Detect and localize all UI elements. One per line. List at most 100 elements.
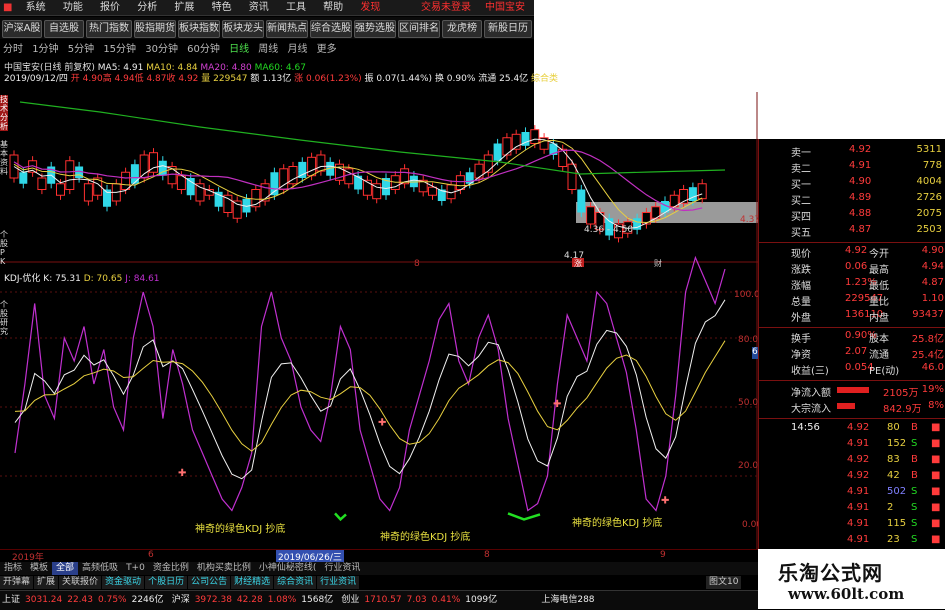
toolbar-button-strong-select[interactable]: 强势选股 bbox=[354, 20, 396, 38]
tick-row: 4.92 83 B ■ bbox=[759, 454, 945, 467]
menu-system[interactable]: 系统 bbox=[19, 0, 53, 15]
turnover-value: 换 0.90% bbox=[434, 74, 476, 84]
period-month[interactable]: 月线 bbox=[284, 43, 310, 57]
float-value: 流通 25.4亿 bbox=[478, 74, 529, 84]
order-book-row[interactable]: 买一 4.90 4004 bbox=[759, 176, 945, 191]
period-15m[interactable]: 15分钟 bbox=[100, 43, 139, 57]
candle-body bbox=[567, 163, 577, 190]
menu-function[interactable]: 功能 bbox=[56, 0, 90, 15]
annotation-2: 神奇的绿色KDJ 抄底 bbox=[380, 532, 471, 543]
book-volume: 2075 bbox=[916, 208, 942, 219]
close-value: 收 4.92 bbox=[166, 74, 199, 84]
toolbar-button-dragon-tiger[interactable]: 龙虎榜 bbox=[442, 20, 482, 38]
tab-secret-line[interactable]: 小神仙秘密线( bbox=[255, 562, 321, 575]
side-tab-f10[interactable]: 个股研究 bbox=[0, 300, 8, 336]
book-label: 买一 bbox=[791, 180, 811, 191]
toolbar-button-range-rank[interactable]: 区间排名 bbox=[398, 20, 440, 38]
stat-value-2: 25.8亿 bbox=[911, 334, 944, 345]
toolbar-button-futures[interactable]: 股指期货 bbox=[134, 20, 176, 38]
toolbar-button-watchlist[interactable]: 自选股 bbox=[44, 20, 84, 38]
book-price: 4.87 bbox=[849, 224, 872, 235]
order-book-row[interactable]: 卖一 4.92 5311 bbox=[759, 144, 945, 159]
toolbar-button-shsz-a[interactable]: 沪深A股 bbox=[2, 20, 42, 38]
period-tick[interactable]: 分时 bbox=[0, 43, 26, 57]
toolbar-button-combo-select[interactable]: 综合选股 bbox=[310, 20, 352, 38]
sz-label[interactable]: 沪深 bbox=[172, 591, 190, 610]
menu-discover[interactable]: 发现 bbox=[353, 0, 387, 15]
event-badge[interactable]: 涨 bbox=[572, 258, 584, 268]
toolbar-button-news-hot[interactable]: 新闻热点 bbox=[266, 20, 308, 38]
menu-help[interactable]: 帮助 bbox=[316, 0, 350, 15]
tab-t0[interactable]: T+0 bbox=[122, 562, 149, 575]
graph-text-button[interactable]: 图文10 bbox=[706, 576, 742, 589]
stat-label: 外盘 bbox=[791, 313, 811, 324]
tab-stock-calendar[interactable]: 个股日历 bbox=[145, 576, 188, 589]
tab-template[interactable]: 模板 bbox=[26, 562, 52, 575]
tab-announcement[interactable]: 公司公告 bbox=[188, 576, 231, 589]
app-icon[interactable]: ■ bbox=[0, 0, 15, 15]
order-book-row[interactable]: 买四 4.88 2075 bbox=[759, 208, 945, 223]
quote-stat-row: 换手 0.90% 股本 25.8亿 bbox=[759, 330, 945, 345]
tab-industry-news[interactable]: 行业资讯 bbox=[320, 562, 364, 575]
event-badge-fin[interactable]: 财 bbox=[654, 258, 662, 269]
tab-hf-low[interactable]: 高频低吸 bbox=[78, 562, 122, 575]
tab-danmu[interactable]: 开弹幕 bbox=[0, 576, 34, 589]
tick-side: S bbox=[911, 534, 918, 545]
menu-extend[interactable]: 扩展 bbox=[167, 0, 201, 15]
tick-side: S bbox=[911, 438, 918, 449]
toolbar-button-sector-index[interactable]: 板块指数 bbox=[178, 20, 220, 38]
stat-label: 涨幅 bbox=[791, 281, 811, 292]
tick-volume: 83 bbox=[887, 454, 900, 465]
low-range-label: 4.36 - 4.50 bbox=[584, 225, 634, 235]
tab-fund-ratio[interactable]: 资金比例 bbox=[149, 562, 193, 575]
tab-related[interactable]: 关联报价 bbox=[59, 576, 102, 589]
menu-feature[interactable]: 特色 bbox=[205, 0, 239, 15]
side-tab-pk[interactable]: 个股PK bbox=[0, 230, 8, 266]
order-book-row[interactable]: 买五 4.87 2503 bbox=[759, 224, 945, 239]
tab-industry[interactable]: 行业资讯 bbox=[317, 576, 360, 589]
tick-volume: 152 bbox=[887, 438, 907, 449]
tab-inst-ratio[interactable]: 机构买卖比例 bbox=[193, 562, 255, 575]
candle-body bbox=[428, 186, 437, 196]
stat-value-2: 4.87 bbox=[921, 277, 944, 288]
side-tab-tech[interactable]: 技术分析 bbox=[0, 95, 8, 131]
buy-signal-icon: ✚ bbox=[178, 468, 186, 479]
period-more[interactable]: 更多 bbox=[314, 43, 340, 57]
toolbar-button-sector-leader[interactable]: 板块龙头 bbox=[222, 20, 264, 38]
menu-quote[interactable]: 报价 bbox=[93, 0, 127, 15]
order-book-row[interactable]: 卖二 4.91 778 bbox=[759, 160, 945, 175]
candle-body bbox=[186, 178, 195, 196]
period-60m[interactable]: 60分钟 bbox=[184, 43, 223, 57]
candle-body bbox=[176, 175, 186, 190]
trade-login-status[interactable]: 交易未登录 bbox=[414, 0, 478, 15]
tab-fund-drive[interactable]: 资金驱动 bbox=[102, 576, 145, 589]
tick-price: 4.91 bbox=[847, 438, 870, 449]
period-5m[interactable]: 5分钟 bbox=[65, 43, 97, 57]
toolbar-button-ipo-calendar[interactable]: 新股日历 bbox=[484, 20, 532, 38]
tab-extend[interactable]: 扩展 bbox=[34, 576, 59, 589]
menu-analysis[interactable]: 分析 bbox=[130, 0, 164, 15]
cy-label[interactable]: 创业 bbox=[341, 591, 359, 610]
tab-all[interactable]: 全部 bbox=[52, 562, 79, 575]
server-status[interactable]: 上海电信288 bbox=[541, 591, 594, 610]
tick-side: S bbox=[911, 486, 918, 497]
period-1m[interactable]: 1分钟 bbox=[29, 43, 61, 57]
menu-news[interactable]: 资讯 bbox=[242, 0, 276, 15]
period-week[interactable]: 周线 bbox=[255, 43, 281, 57]
sh-label[interactable]: 上证 bbox=[2, 591, 20, 610]
tick-flag: ■ bbox=[931, 454, 941, 465]
period-30m[interactable]: 30分钟 bbox=[142, 43, 181, 57]
period-day[interactable]: 日线 bbox=[226, 43, 252, 57]
toolbar-button-hot-index[interactable]: 热门指数 bbox=[86, 20, 132, 38]
tick-row: 4.91 152 S ■ bbox=[759, 438, 945, 451]
tick-price: 4.92 bbox=[847, 422, 870, 433]
candle-body bbox=[577, 189, 586, 213]
menu-tools[interactable]: 工具 bbox=[279, 0, 313, 15]
order-book-row[interactable]: 买二 4.89 2726 bbox=[759, 192, 945, 207]
stat-label: 涨跌 bbox=[791, 265, 811, 276]
stat-value-2: 46.0 bbox=[921, 362, 944, 373]
tab-combo-news[interactable]: 综合资讯 bbox=[274, 576, 317, 589]
tab-finance[interactable]: 财经精选 bbox=[231, 576, 274, 589]
side-tab-basic[interactable]: 基本资料 bbox=[0, 140, 8, 176]
tab-indicator[interactable]: 指标 bbox=[0, 562, 26, 575]
